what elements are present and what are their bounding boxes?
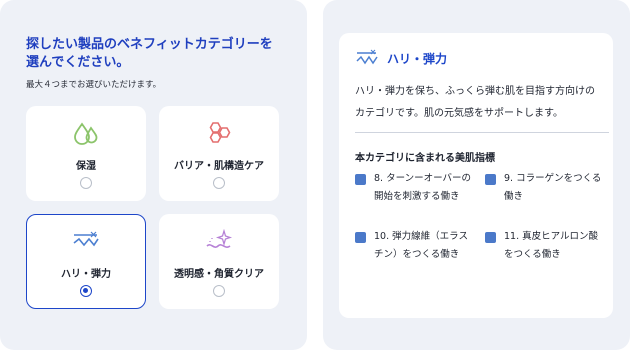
- category-selection-panel: 探したい製品のベネフィットカテゴリーを選んでください。 最大４つまでお選びいただ…: [0, 0, 307, 350]
- category-detail-card: ハリ・弾力 ハリ・弾力を保ち、ふっくら弾む肌を目指す方向けのカテゴリです。肌の元…: [339, 33, 613, 318]
- indicator-marker: [355, 174, 366, 185]
- detail-header: ハリ・弾力: [355, 47, 597, 69]
- category-radio[interactable]: [80, 177, 92, 189]
- indicator-label: 11. 真皮ヒアルロン酸をつくる働き: [504, 231, 599, 260]
- category-card-firmness[interactable]: ハリ・弾力: [26, 214, 146, 309]
- category-card-clarity[interactable]: 透明感・角質クリア: [159, 214, 279, 309]
- category-label: 保湿: [76, 161, 96, 172]
- sparkle-wave-icon: [160, 228, 278, 253]
- category-grid: 保湿 バリア・肌構造ケア ハリ・弾力 透明感・角質クリア: [26, 106, 282, 312]
- indicator-label: 9. コラーゲンをつくる働き: [504, 173, 602, 202]
- detail-description: ハリ・弾力を保ち、ふっくら弾む肌を目指す方向けのカテゴリです。肌の元気感をサポー…: [355, 86, 595, 119]
- category-card-moisture[interactable]: 保湿: [26, 106, 146, 201]
- indicator-label: 10. 弾力線維（エラスチン）をつくる働き: [374, 231, 468, 260]
- category-label: 透明感・角質クリア: [174, 269, 264, 280]
- category-detail-panel: ハリ・弾力 ハリ・弾力を保ち、ふっくら弾む肌を目指す方向けのカテゴリです。肌の元…: [323, 0, 630, 350]
- indicators-heading: 本カテゴリに含まれる美肌指標: [355, 153, 495, 164]
- firmness-wave-icon: [27, 229, 145, 253]
- indicator-item: 8. ターンーオーバーの開始を刺激する働き: [355, 170, 475, 206]
- indicator-item: 11. 真皮ヒアルロン酸をつくる働き: [485, 228, 605, 264]
- indicator-marker: [355, 232, 366, 243]
- category-label: ハリ・弾力: [61, 269, 111, 280]
- category-card-barrier[interactable]: バリア・肌構造ケア: [159, 106, 279, 201]
- question-title: 探したい製品のベネフィットカテゴリーを選んでください。: [26, 37, 273, 70]
- indicator-label: 8. ターンーオーバーの開始を刺激する働き: [374, 173, 472, 202]
- firmness-wave-icon: [355, 48, 379, 68]
- indicator-item: 10. 弾力線維（エラスチン）をつくる働き: [355, 228, 475, 264]
- indicator-marker: [485, 232, 496, 243]
- category-radio[interactable]: [80, 285, 92, 297]
- detail-title: ハリ・弾力: [387, 51, 448, 66]
- category-radio[interactable]: [213, 177, 225, 189]
- divider: [355, 132, 609, 133]
- selection-hint: 最大４つまでお選びいただけます。: [26, 80, 162, 90]
- category-label: バリア・肌構造ケア: [174, 161, 264, 172]
- indicator-item: 9. コラーゲンをつくる働き: [485, 170, 605, 206]
- water-drops-icon: [27, 121, 145, 145]
- hexagon-cells-icon: [160, 121, 278, 145]
- indicator-marker: [485, 174, 496, 185]
- indicator-list: 8. ターンーオーバーの開始を刺激する働き 9. コラーゲンをつくる働き 10.…: [355, 170, 601, 300]
- category-radio[interactable]: [213, 285, 225, 297]
